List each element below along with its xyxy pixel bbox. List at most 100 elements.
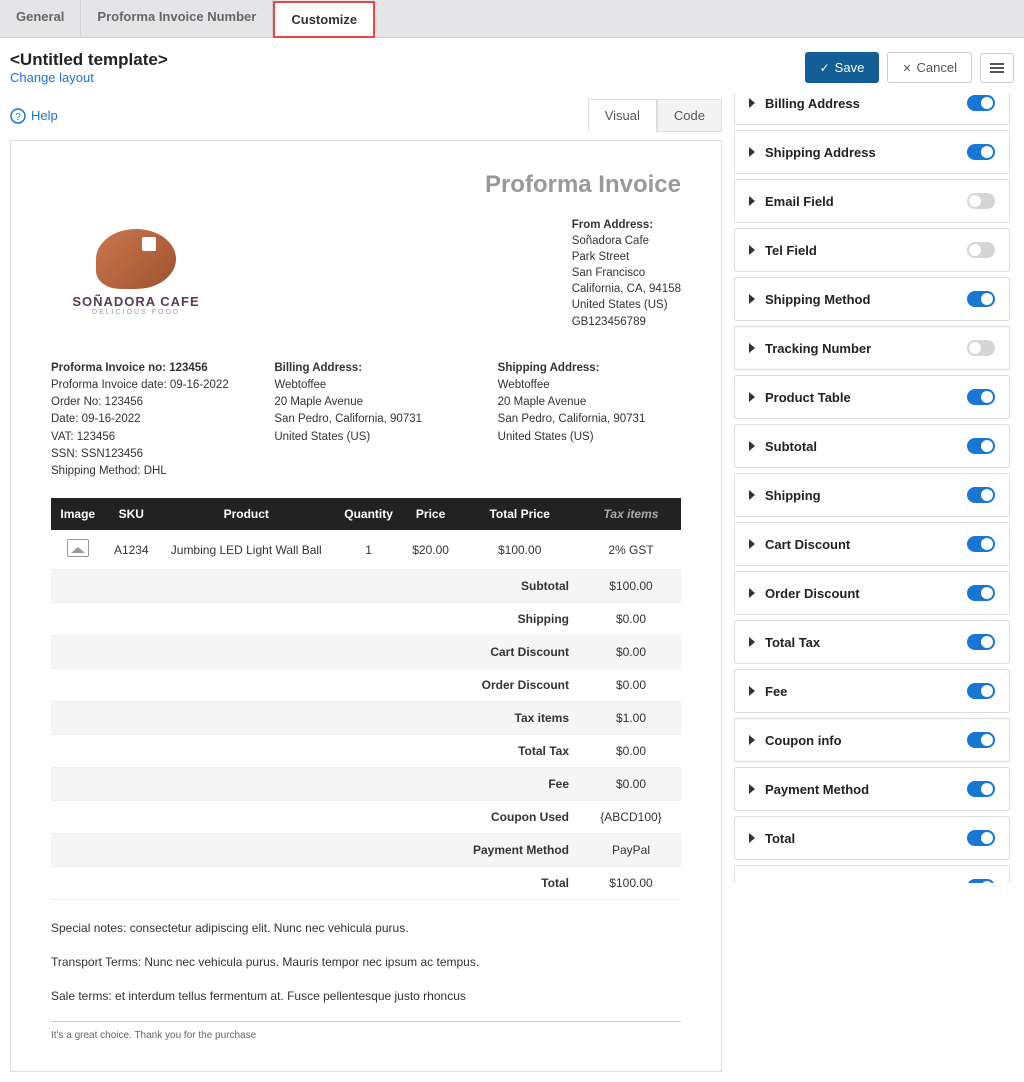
panel-label: Tracking Number (765, 341, 871, 356)
cancel-button[interactable]: Cancel (887, 52, 972, 83)
help-link[interactable]: ? Help (10, 108, 58, 124)
svg-text:?: ? (15, 112, 21, 123)
panel-label: Shipping Address (765, 145, 876, 160)
product-table: Image SKU Product Quantity Price Total P… (51, 498, 681, 900)
col-total: Total Price (458, 498, 581, 530)
panel-label: Order Discount (765, 586, 860, 601)
caret-icon (749, 490, 755, 500)
table-row: A1234 Jumbing LED Light Wall Ball 1 $20.… (51, 530, 681, 570)
footer-note: It's a great choice. Thank you for the p… (51, 1021, 681, 1041)
panel-transport-terms[interactable]: Transport terms (734, 865, 1010, 883)
panel-fee[interactable]: Fee (734, 669, 1010, 713)
change-layout-link[interactable]: Change layout (10, 70, 94, 85)
panel-label: Tel Field (765, 243, 817, 258)
tab-customize[interactable]: Customize (273, 1, 375, 38)
panel-label: Shipping Method (765, 292, 870, 307)
caret-icon (749, 392, 755, 402)
col-image: Image (51, 498, 105, 530)
totals-row: Cart Discount$0.00 (51, 636, 681, 669)
panel-total-tax[interactable]: Total Tax (734, 620, 1010, 664)
caret-icon (749, 588, 755, 598)
toggle-switch[interactable] (967, 340, 995, 356)
notes: Special notes: consectetur adipiscing el… (51, 918, 681, 1007)
toggle-switch[interactable] (967, 242, 995, 258)
panel-label: Transport terms (767, 880, 858, 884)
col-qty: Quantity (334, 498, 402, 530)
toggle-switch[interactable] (967, 193, 995, 209)
panel-shipping-method[interactable]: Shipping Method (734, 277, 1010, 321)
logo: SOÑADORA CAFE DELICIOUS FOOD (51, 217, 221, 330)
caret-icon (749, 735, 755, 745)
toggle-switch[interactable] (967, 438, 995, 454)
invoice-title: Proforma Invoice (51, 171, 681, 199)
caret-icon (749, 98, 755, 108)
toggle-switch[interactable] (967, 585, 995, 601)
view-tab-visual[interactable]: Visual (588, 99, 657, 132)
help-icon: ? (10, 108, 26, 124)
panel-label: Cart Discount (765, 537, 850, 552)
panel-billing-address[interactable]: Billing Address (734, 93, 1010, 125)
panel-label: Subtotal (765, 439, 817, 454)
panel-label: Billing Address (765, 96, 860, 111)
from-address: From Address: Soñadora Cafe Park Street … (572, 217, 681, 330)
toggle-switch[interactable] (967, 487, 995, 503)
toggle-switch[interactable] (967, 879, 995, 883)
toggle-switch[interactable] (967, 683, 995, 699)
panel-shipping-address[interactable]: Shipping Address (734, 130, 1010, 174)
tab-invoice-number[interactable]: Proforma Invoice Number (81, 0, 273, 37)
totals-row: Fee$0.00 (51, 768, 681, 801)
caret-icon (749, 196, 755, 206)
caret-icon (749, 637, 755, 647)
panel-tel-field[interactable]: Tel Field (734, 228, 1010, 272)
caret-icon (749, 833, 755, 843)
totals-row: Total$100.00 (51, 867, 681, 900)
menu-button[interactable] (980, 53, 1014, 83)
caret-icon (749, 539, 755, 549)
panel-tracking-number[interactable]: Tracking Number (734, 326, 1010, 370)
totals-row: Order Discount$0.00 (51, 669, 681, 702)
panel-label: Fee (765, 684, 787, 699)
panel-subtotal[interactable]: Subtotal (734, 424, 1010, 468)
panel-product-table[interactable]: Product Table (734, 375, 1010, 419)
toggle-switch[interactable] (967, 389, 995, 405)
invoice-preview: Proforma Invoice SOÑADORA CAFE DELICIOUS… (10, 140, 722, 1072)
totals-row: Total Tax$0.00 (51, 735, 681, 768)
totals-row: Shipping$0.00 (51, 603, 681, 636)
settings-panel[interactable]: Billing Address Shipping Address Email Fie… (734, 93, 1014, 883)
toggle-switch[interactable] (967, 781, 995, 797)
panel-order-discount[interactable]: Order Discount (734, 571, 1010, 615)
col-price: Price (403, 498, 459, 530)
toggle-switch[interactable] (967, 144, 995, 160)
panel-label: Product Table (765, 390, 851, 405)
panel-cart-discount[interactable]: Cart Discount (734, 522, 1010, 566)
toggle-switch[interactable] (967, 536, 995, 552)
caret-icon (749, 245, 755, 255)
main-tabs: General Proforma Invoice Number Customiz… (0, 0, 1024, 38)
panel-shipping[interactable]: Shipping (734, 473, 1010, 517)
menu-icon (990, 61, 1004, 75)
toggle-switch[interactable] (967, 95, 995, 111)
tab-general[interactable]: General (0, 0, 81, 37)
caret-icon (749, 441, 755, 451)
caret-icon (749, 686, 755, 696)
billing-address: Billing Address: Webtoffee 20 Maple Aven… (274, 360, 457, 481)
panel-email-field[interactable]: Email Field (734, 179, 1010, 223)
check-icon (820, 60, 830, 75)
col-tax: Tax items (581, 498, 681, 530)
panel-coupon-info[interactable]: Coupon info (734, 718, 1010, 762)
toggle-switch[interactable] (967, 830, 995, 846)
panel-label: Shipping (765, 488, 821, 503)
save-button[interactable]: Save (805, 52, 880, 83)
toggle-switch[interactable] (967, 634, 995, 650)
totals-row: Subtotal$100.00 (51, 570, 681, 603)
toggle-switch[interactable] (967, 291, 995, 307)
caret-icon (749, 343, 755, 353)
close-icon (902, 60, 911, 75)
view-tab-code[interactable]: Code (657, 99, 722, 132)
shipping-address: Shipping Address: Webtoffee 20 Maple Ave… (498, 360, 681, 481)
panel-label: Coupon info (765, 733, 842, 748)
toggle-switch[interactable] (967, 732, 995, 748)
panel-total[interactable]: Total (734, 816, 1010, 860)
panel-payment-method[interactable]: Payment Method (734, 767, 1010, 811)
panel-label: Total Tax (765, 635, 820, 650)
